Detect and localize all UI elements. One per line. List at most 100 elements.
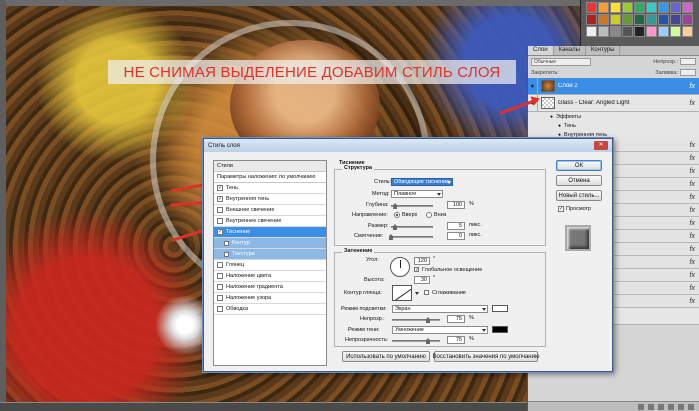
global-light-checkbox[interactable]: ✓ bbox=[414, 267, 419, 273]
anti-aliased-checkbox[interactable] bbox=[424, 290, 429, 295]
style-item[interactable]: ✓ Тень bbox=[214, 183, 326, 194]
color-swatch[interactable] bbox=[646, 26, 657, 37]
soften-input[interactable]: 0 bbox=[447, 232, 465, 240]
style-item[interactable]: Внутреннее свечение bbox=[214, 216, 326, 227]
color-swatch[interactable] bbox=[670, 14, 681, 25]
color-swatch[interactable] bbox=[634, 14, 645, 25]
style-item[interactable]: Контур bbox=[214, 238, 326, 249]
blending-options[interactable]: Параметры наложения: по умолчанию bbox=[214, 172, 326, 183]
style-checkbox[interactable] bbox=[217, 207, 223, 213]
cancel-button[interactable]: Отмена bbox=[556, 175, 602, 186]
style-checkbox[interactable] bbox=[217, 284, 223, 290]
color-swatch[interactable] bbox=[682, 2, 693, 13]
new-layer-icon[interactable] bbox=[678, 403, 684, 410]
tab-layers[interactable]: Слои bbox=[528, 46, 554, 55]
effect-item[interactable]: ● Тень bbox=[528, 121, 699, 130]
size-slider[interactable] bbox=[391, 224, 433, 230]
ok-button[interactable]: ОК bbox=[556, 160, 602, 171]
color-swatch[interactable] bbox=[610, 2, 621, 13]
color-swatch[interactable] bbox=[658, 14, 669, 25]
close-icon[interactable]: ✕ bbox=[594, 141, 608, 150]
color-swatch[interactable] bbox=[586, 26, 597, 37]
style-select[interactable]: Обводящее тиснение bbox=[391, 178, 453, 186]
fx-icon[interactable]: fx bbox=[690, 83, 695, 90]
fx-icon[interactable]: fx bbox=[690, 100, 695, 107]
direction-down-radio[interactable] bbox=[426, 212, 432, 218]
style-checkbox[interactable]: ✓ bbox=[217, 196, 223, 202]
color-swatch[interactable] bbox=[598, 14, 609, 25]
preview-checkbox[interactable]: ✓ bbox=[558, 206, 564, 212]
angle-dial[interactable] bbox=[390, 257, 410, 277]
color-swatch[interactable] bbox=[622, 14, 633, 25]
shadow-opacity-slider[interactable] bbox=[392, 338, 440, 344]
shadow-mode-select[interactable]: Умножение bbox=[392, 326, 488, 334]
size-input[interactable]: 5 bbox=[447, 222, 465, 230]
color-swatch[interactable] bbox=[598, 26, 609, 37]
chevron-down-icon[interactable] bbox=[415, 292, 419, 295]
depth-slider[interactable] bbox=[391, 203, 433, 209]
shadow-color-swatch[interactable] bbox=[492, 326, 508, 333]
style-checkbox[interactable]: ✓ bbox=[217, 229, 223, 235]
style-item[interactable]: Наложение градиента bbox=[214, 282, 326, 293]
mask-icon[interactable] bbox=[658, 403, 664, 410]
color-swatch[interactable] bbox=[634, 26, 645, 37]
direction-up-radio[interactable] bbox=[394, 212, 400, 218]
eye-icon[interactable]: ● bbox=[528, 77, 538, 95]
style-item[interactable]: Глянец bbox=[214, 260, 326, 271]
highlight-color-swatch[interactable] bbox=[492, 305, 508, 312]
highlight-opacity-slider[interactable] bbox=[392, 317, 440, 323]
highlight-opacity-input[interactable]: 75 bbox=[447, 315, 465, 323]
style-checkbox[interactable] bbox=[217, 218, 223, 224]
style-checkbox[interactable] bbox=[217, 273, 223, 279]
angle-input[interactable]: 120 bbox=[414, 257, 430, 265]
tab-paths[interactable]: Контуры bbox=[586, 46, 621, 55]
style-item[interactable]: Наложение узора bbox=[214, 293, 326, 304]
style-checkbox[interactable]: ✓ bbox=[217, 185, 223, 191]
color-swatch[interactable] bbox=[610, 14, 621, 25]
color-swatch[interactable] bbox=[586, 14, 597, 25]
link-icon[interactable] bbox=[638, 403, 644, 410]
gloss-contour-picker[interactable] bbox=[392, 285, 412, 301]
soften-slider[interactable] bbox=[389, 234, 433, 240]
style-item[interactable]: Внешнее свечение bbox=[214, 205, 326, 216]
depth-input[interactable]: 100 bbox=[447, 201, 465, 209]
style-item[interactable]: Обводка bbox=[214, 304, 326, 315]
dialog-titlebar[interactable]: Стиль слоя bbox=[204, 139, 612, 152]
color-swatch[interactable] bbox=[670, 2, 681, 13]
highlight-mode-select[interactable]: Экран bbox=[392, 305, 488, 313]
effects-group[interactable]: ● Эффекты bbox=[528, 112, 699, 121]
color-swatch[interactable] bbox=[670, 26, 681, 37]
color-swatch[interactable] bbox=[598, 2, 609, 13]
color-swatch[interactable] bbox=[622, 2, 633, 13]
color-swatch[interactable] bbox=[682, 14, 693, 25]
trash-icon[interactable] bbox=[688, 403, 694, 410]
shadow-opacity-input[interactable]: 75 bbox=[447, 336, 465, 344]
layer-row-sloi2[interactable]: ● Слой 2 fx bbox=[528, 77, 699, 95]
eye-icon[interactable]: ● bbox=[550, 114, 553, 120]
color-swatch[interactable] bbox=[646, 14, 657, 25]
color-swatch[interactable] bbox=[610, 26, 621, 37]
altitude-input[interactable]: 30 bbox=[414, 276, 430, 284]
color-swatch[interactable] bbox=[634, 2, 645, 13]
color-swatch[interactable] bbox=[682, 26, 693, 37]
new-style-button[interactable]: Новый стиль... bbox=[556, 190, 602, 201]
color-swatch[interactable] bbox=[586, 2, 597, 13]
make-default-button[interactable]: Использовать по умолчанию bbox=[342, 351, 430, 362]
style-item[interactable]: Наложение цвета bbox=[214, 271, 326, 282]
reset-default-button[interactable]: Восстановить значения по умолчанию bbox=[433, 351, 539, 362]
style-checkbox[interactable] bbox=[217, 306, 223, 312]
blend-mode-select[interactable]: Обычные bbox=[531, 57, 591, 66]
style-checkbox[interactable] bbox=[217, 295, 223, 301]
eye-icon[interactable]: ● bbox=[558, 123, 561, 129]
style-checkbox[interactable] bbox=[224, 251, 229, 257]
fill-field[interactable] bbox=[680, 69, 696, 76]
styles-header[interactable]: Стили bbox=[214, 161, 326, 172]
color-swatch[interactable] bbox=[658, 2, 669, 13]
opacity-field[interactable] bbox=[680, 58, 696, 65]
style-item[interactable]: Текстура bbox=[214, 249, 326, 260]
fx-menu-icon[interactable] bbox=[648, 403, 654, 410]
swatch-grid[interactable] bbox=[586, 2, 693, 37]
tab-channels[interactable]: Каналы bbox=[554, 46, 586, 55]
style-checkbox[interactable] bbox=[224, 240, 229, 246]
color-swatch[interactable] bbox=[622, 26, 633, 37]
